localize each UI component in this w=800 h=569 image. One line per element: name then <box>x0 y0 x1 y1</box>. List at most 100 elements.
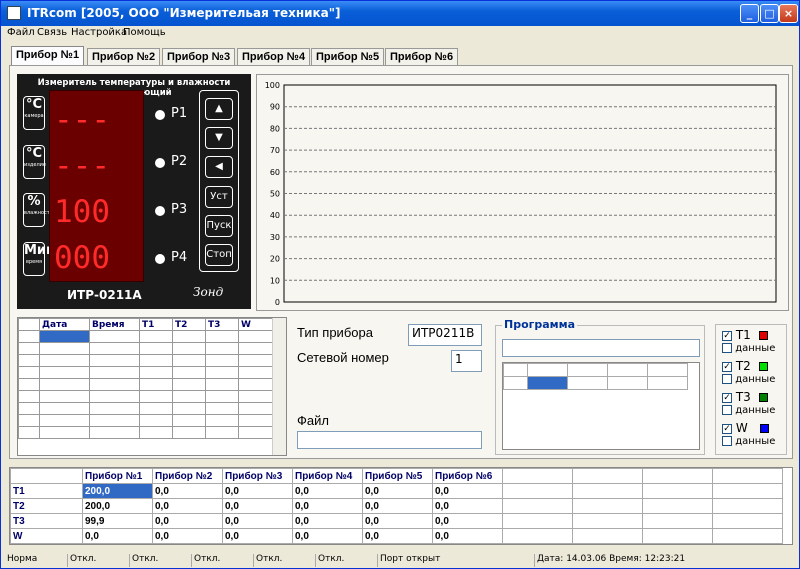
y-tick-label: 40 <box>270 211 280 220</box>
graph-panel: 0 10 20 30 40 50 60 70 80 90 100 <box>256 74 789 311</box>
summary-cell[interactable]: 0,0 <box>292 483 363 499</box>
summary-cell[interactable]: 0,0 <box>432 513 503 529</box>
summary-cell[interactable]: 0,0 <box>362 483 433 499</box>
program-field[interactable] <box>502 339 700 357</box>
col-date[interactable]: Дата <box>39 318 90 331</box>
summary-cell[interactable]: 0,0 <box>152 483 223 499</box>
summary-grid[interactable]: Прибор №1 Прибор №2 Прибор №3 Прибор №4 … <box>9 467 793 545</box>
led-label-p1: P1 <box>171 106 188 121</box>
menu-file[interactable]: Файл <box>7 27 35 38</box>
menu-help[interactable]: Помощь <box>123 27 166 38</box>
tab-device-4[interactable]: Прибор №4 <box>237 48 311 66</box>
channel-t2-data-checkbox[interactable] <box>722 374 732 384</box>
minimize-button[interactable]: _ <box>740 4 759 23</box>
key-set[interactable]: Уст <box>205 186 233 208</box>
col-t3[interactable]: T3 <box>205 318 239 331</box>
summary-cell[interactable]: 99,9 <box>82 513 153 529</box>
summary-cell[interactable]: 0,0 <box>362 498 433 514</box>
summary-row-t3: T3 99,9 0,0 0,0 0,0 0,0 0,0 <box>10 513 783 529</box>
col-time[interactable]: Время <box>89 318 140 331</box>
summary-cell[interactable]: 0,0 <box>222 513 293 529</box>
channel-t3-data-checkbox[interactable] <box>722 405 732 415</box>
col-t1[interactable]: T1 <box>139 318 173 331</box>
summary-col-2[interactable]: Прибор №2 <box>152 468 223 484</box>
status-device-6: Откл. <box>315 554 344 567</box>
reading-humidity: 100 <box>54 194 110 230</box>
summary-cell[interactable]: 0,0 <box>292 528 363 544</box>
led-p1 <box>155 110 165 120</box>
summary-row-w: W 0,0 0,0 0,0 0,0 0,0 0,0 <box>10 528 783 544</box>
summary-row-label: T3 <box>10 513 83 529</box>
summary-cell[interactable]: 0,0 <box>82 528 153 544</box>
summary-col-6[interactable]: Прибор №6 <box>432 468 503 484</box>
summary-cell[interactable]: 200,0 <box>82 483 153 499</box>
tab-device-2[interactable]: Прибор №2 <box>87 48 161 66</box>
summary-cell[interactable]: 0,0 <box>292 498 363 514</box>
unit-humidity: % влажность <box>23 193 53 227</box>
channel-t3-label: T3 <box>735 390 751 404</box>
led-label-p3: P3 <box>171 202 188 217</box>
tab-device-1[interactable]: Прибор №1 <box>11 46 85 66</box>
menu-settings[interactable]: Настройка <box>71 27 127 38</box>
summary-cell[interactable]: 0,0 <box>362 513 433 529</box>
led-p2 <box>155 158 165 168</box>
summary-cell[interactable]: 0,0 <box>222 528 293 544</box>
summary-cell[interactable]: 0,0 <box>152 498 223 514</box>
lcd-display: --- --- 100 000 <box>49 90 144 282</box>
summary-col-5[interactable]: Прибор №5 <box>362 468 433 484</box>
led-p4 <box>155 254 165 264</box>
channel-t1: ✓ T1 данные <box>722 328 775 354</box>
y-tick-label: 20 <box>270 255 280 264</box>
menu-bar: Файл Связь Настройка Помощь <box>1 26 799 41</box>
y-tick-label: 90 <box>270 103 280 112</box>
summary-row-label: W <box>10 528 83 544</box>
file-field[interactable] <box>297 431 482 449</box>
summary-cell[interactable]: 0,0 <box>152 528 223 544</box>
program-grid[interactable] <box>502 362 700 450</box>
key-stop[interactable]: Стоп <box>205 244 233 266</box>
y-tick-label: 10 <box>270 276 280 285</box>
channel-t1-data-checkbox[interactable] <box>722 343 732 353</box>
channel-w-data-checkbox[interactable] <box>722 436 732 446</box>
tab-device-6[interactable]: Прибор №6 <box>385 48 459 66</box>
device-type-field[interactable]: ИТР0211В <box>408 324 482 346</box>
y-tick-label: 50 <box>270 190 280 199</box>
graph-svg: 0 10 20 30 40 50 60 70 80 90 100 <box>265 81 777 307</box>
file-label: Файл <box>297 413 329 428</box>
key-start[interactable]: Пуск <box>205 215 233 237</box>
net-number-field[interactable]: 1 <box>451 350 482 372</box>
tab-device-3[interactable]: Прибор №3 <box>162 48 236 66</box>
summary-cell[interactable]: 0,0 <box>222 483 293 499</box>
col-w[interactable]: W <box>238 318 273 331</box>
tab-device-5[interactable]: Прибор №5 <box>311 48 385 66</box>
log-grid[interactable]: Дата Время T1 T2 T3 W <box>17 317 287 456</box>
log-scrollbar[interactable] <box>272 318 286 455</box>
y-tick-label: 80 <box>270 124 280 133</box>
channel-t2-checkbox[interactable]: ✓ <box>722 361 732 372</box>
summary-cell[interactable]: 0,0 <box>222 498 293 514</box>
channel-w-label: W <box>735 421 748 435</box>
menu-connection[interactable]: Связь <box>37 27 67 38</box>
key-up[interactable]: ▲ <box>205 98 233 120</box>
col-t2[interactable]: T2 <box>172 318 206 331</box>
key-left[interactable]: ◀ <box>205 156 233 178</box>
channel-t1-checkbox[interactable]: ✓ <box>722 330 732 341</box>
maximize-button[interactable]: □ <box>760 4 779 23</box>
summary-cell[interactable]: 0,0 <box>362 528 433 544</box>
summary-cell[interactable]: 0,0 <box>432 498 503 514</box>
summary-cell[interactable]: 0,0 <box>152 513 223 529</box>
app-window: ITRcom [2005, ООО "Измерительая техника"… <box>0 0 800 569</box>
summary-col-1[interactable]: Прибор №1 <box>82 468 153 484</box>
close-button[interactable]: × <box>779 4 798 23</box>
summary-col-3[interactable]: Прибор №3 <box>222 468 293 484</box>
channel-t1-color <box>758 331 768 340</box>
summary-cell[interactable]: 0,0 <box>292 513 363 529</box>
summary-col-4[interactable]: Прибор №4 <box>292 468 363 484</box>
summary-cell[interactable]: 0,0 <box>432 528 503 544</box>
key-down[interactable]: ▼ <box>205 127 233 149</box>
summary-cell[interactable]: 0,0 <box>432 483 503 499</box>
channel-t3-checkbox[interactable]: ✓ <box>722 392 732 403</box>
summary-cell[interactable]: 200,0 <box>82 498 153 514</box>
channel-t2: ✓ T2 данные <box>722 359 775 385</box>
channel-w-checkbox[interactable]: ✓ <box>722 423 732 434</box>
